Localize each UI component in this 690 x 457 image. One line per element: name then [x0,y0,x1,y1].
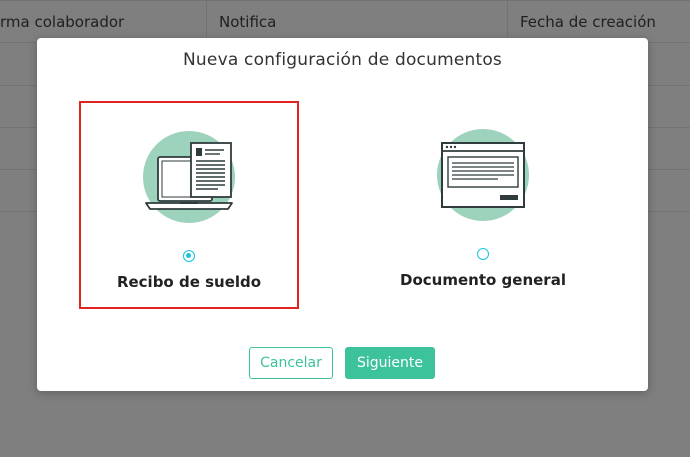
laptop-payslip-icon [143,131,235,223]
modal-title: Nueva configuración de documentos [183,50,502,70]
option-recibo-de-sueldo[interactable]: Recibo de sueldo [79,101,299,309]
next-button[interactable]: Siguiente [345,347,435,379]
option-label-recibo-de-sueldo: Recibo de sueldo [116,273,262,291]
radio-recibo-de-sueldo[interactable] [183,250,195,262]
option-documento-general[interactable]: Documento general [373,101,593,309]
cancel-button[interactable]: Cancelar [249,347,333,379]
browser-document-icon [437,129,529,221]
option-label-documento-general: Documento general [400,271,566,289]
radio-documento-general[interactable] [477,248,489,260]
document-config-modal: Nueva configuración de documentos Recibo… [37,38,648,391]
